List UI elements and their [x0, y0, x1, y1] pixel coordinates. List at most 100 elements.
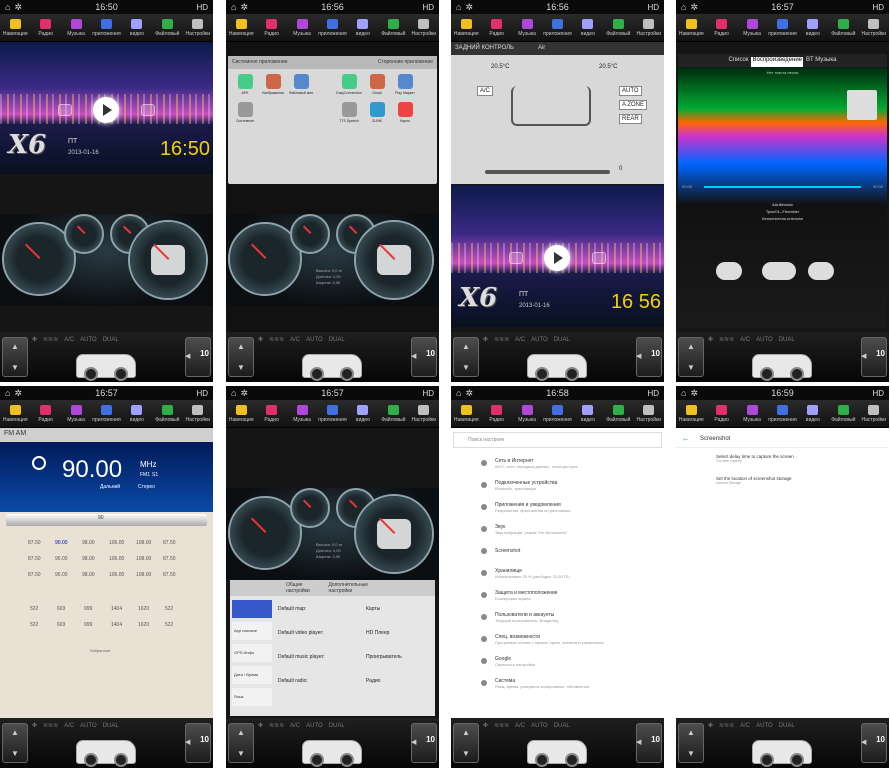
dock-item[interactable]: Музыка	[287, 14, 317, 41]
dock-item[interactable]: Музыка	[737, 400, 767, 427]
settings-item[interactable]: Сеть и Интернет Wi-Fi, сеть, передача дан…	[451, 452, 664, 474]
seat-heat-icon[interactable]: ≋≋≋	[494, 336, 509, 343]
dock-item[interactable]: приложения	[317, 14, 347, 41]
preset-fm[interactable]: 106.00	[109, 540, 124, 546]
ac-label[interactable]: A/C	[515, 337, 525, 343]
dock-item[interactable]: видео	[798, 14, 828, 41]
auto-label[interactable]: AUTO	[756, 723, 773, 729]
dock-item[interactable]: Музыка	[61, 400, 91, 427]
seat-heat-icon[interactable]: ≋≋≋	[269, 336, 284, 343]
preset-am[interactable]: 1404	[111, 606, 122, 612]
dock-item[interactable]: Файловый	[603, 400, 633, 427]
app-icon[interactable]: Play Маркет	[392, 74, 418, 95]
dock-item[interactable]: Файловый	[378, 14, 408, 41]
dock-item[interactable]: Навигация	[451, 400, 481, 427]
temp-buttons[interactable]	[453, 337, 479, 377]
ac-label[interactable]: A/C	[290, 723, 300, 729]
tuning-scale[interactable]	[6, 514, 207, 526]
dock-item[interactable]: Настройки	[634, 14, 664, 41]
app-icon[interactable]: Системное	[232, 102, 258, 123]
settings-item[interactable]: Защита и местоположение Блокировка экрана	[451, 584, 664, 606]
dock-item[interactable]: Настройки	[183, 14, 213, 41]
preset-fm[interactable]: 108.00	[136, 556, 151, 562]
dock-item[interactable]: Музыка	[61, 14, 91, 41]
dock-item[interactable]: приложения	[767, 400, 797, 427]
preset-am[interactable]: 1620	[138, 606, 149, 612]
auto-label[interactable]: AUTO	[306, 723, 323, 729]
fan-icon[interactable]: ✤	[483, 336, 488, 343]
dock-item[interactable]: видео	[573, 400, 603, 427]
band-selector[interactable]: FM AM	[4, 430, 26, 437]
ac-label[interactable]: A/C	[515, 723, 525, 729]
auto-label[interactable]: AUTO	[756, 337, 773, 343]
settings-side-item[interactable]: Дата / Время	[232, 666, 272, 684]
dock-item[interactable]: Музыка	[287, 400, 317, 427]
ac-label[interactable]: A/C	[64, 723, 74, 729]
preset-fm[interactable]: 87.50	[163, 572, 176, 578]
preset-am[interactable]: 522	[165, 606, 173, 612]
app-icon[interactable]: EasyConnection	[336, 74, 362, 95]
tab-system[interactable]: Системное приложение	[232, 59, 288, 66]
preset-am[interactable]: 603	[57, 606, 65, 612]
preset-fm[interactable]: 90.00	[55, 572, 68, 578]
dual-label[interactable]: DUAL	[554, 337, 570, 343]
dock-item[interactable]: видео	[348, 14, 378, 41]
ac-label[interactable]: A/C	[64, 337, 74, 343]
dock-item[interactable]: Навигация	[0, 14, 30, 41]
dock-item[interactable]: Радио	[481, 400, 511, 427]
preset-fm[interactable]: 87.50	[28, 556, 41, 562]
dock-item[interactable]: Навигация	[0, 400, 30, 427]
seat-heat-icon[interactable]: ≋≋≋	[494, 722, 509, 729]
preset-fm[interactable]: 108.00	[136, 572, 151, 578]
seat-heat-icon[interactable]: ≋≋≋	[269, 722, 284, 729]
dock-item[interactable]: приложения	[542, 14, 572, 41]
ac-label[interactable]: A/C	[740, 723, 750, 729]
auto-label[interactable]: AUTO	[306, 337, 323, 343]
dock-item[interactable]: Радио	[256, 400, 286, 427]
auto-label[interactable]: AUTO	[531, 723, 548, 729]
dock-item[interactable]: Настройки	[409, 400, 439, 427]
preset-am[interactable]: 1404	[111, 622, 122, 628]
preset-fm[interactable]: 98.00	[82, 572, 95, 578]
preset-fm[interactable]: 98.00	[82, 540, 95, 546]
dock-item[interactable]: Настройки	[859, 14, 889, 41]
default-value[interactable]: Карты	[366, 606, 380, 612]
temp-buttons[interactable]	[453, 723, 479, 763]
climate-button-azone[interactable]: A ZONE	[619, 100, 648, 110]
temp-buttons[interactable]	[2, 337, 28, 377]
app-icon[interactable]: TTS Speech	[336, 102, 362, 123]
next-button[interactable]	[592, 251, 606, 264]
preset-fm[interactable]: 90.00	[55, 556, 68, 562]
dock-item[interactable]: Файловый	[828, 400, 858, 427]
dock-item[interactable]: Файловый	[152, 400, 182, 427]
dock-item[interactable]: Настройки	[634, 400, 664, 427]
preset-fm[interactable]: 106.00	[109, 556, 124, 562]
fan-icon[interactable]: ✤	[32, 722, 37, 729]
seat-heat-icon[interactable]: ≋≋≋	[43, 722, 58, 729]
settings-item[interactable]: Спец. возможности Программы чтения с экра…	[451, 628, 664, 650]
preset-am[interactable]: 522	[165, 622, 173, 628]
climate-button-auto[interactable]: AUTO	[619, 86, 642, 96]
dock-item[interactable]: Радио	[30, 400, 60, 427]
dock-item[interactable]: Музыка	[737, 14, 767, 41]
preset-am[interactable]: 603	[57, 622, 65, 628]
preset-fm[interactable]: 87.50	[163, 556, 176, 562]
settings-side-item[interactable]: Язык	[232, 688, 272, 706]
dock-item[interactable]: Радио	[256, 14, 286, 41]
ac-button[interactable]: A/C	[477, 86, 494, 96]
preset-fm[interactable]: 98.00	[82, 556, 95, 562]
settings-item[interactable]: Подключенные устройства Bluetooth, трансл…	[451, 474, 664, 496]
search-icon[interactable]	[32, 456, 46, 470]
dock-item[interactable]: Радио	[706, 14, 736, 41]
fan-icon[interactable]: ✤	[708, 722, 713, 729]
default-value[interactable]: Проигрыватель	[366, 654, 402, 660]
settings-item[interactable]: Screenshot	[451, 540, 664, 562]
tab-general[interactable]: Общие настройки	[286, 582, 318, 594]
fan-icon[interactable]: ✤	[258, 722, 263, 729]
temp-buttons[interactable]	[2, 723, 28, 763]
seat-heat-icon[interactable]: ≋≋≋	[43, 336, 58, 343]
tab-extra[interactable]: Дополнительные настройки	[328, 582, 379, 594]
prev-button[interactable]	[716, 262, 742, 280]
temp-buttons[interactable]	[228, 723, 254, 763]
app-icon[interactable]: ZLINK	[364, 102, 390, 123]
